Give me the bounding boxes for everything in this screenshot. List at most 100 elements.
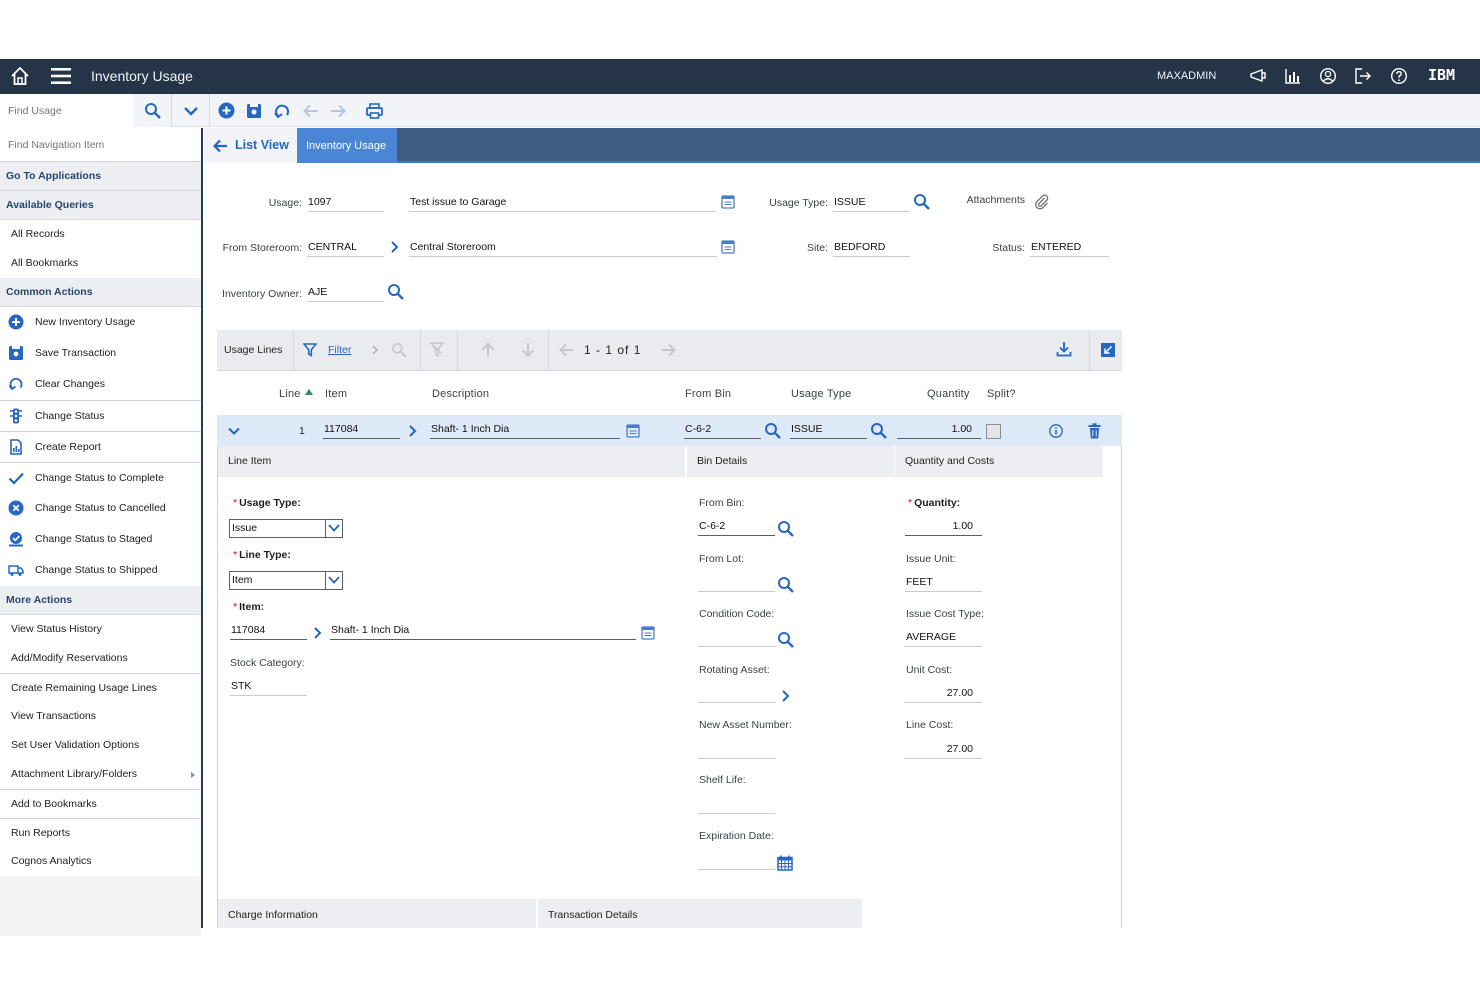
more-add-to-bookmarks[interactable]: Add to Bookmarks (0, 789, 201, 818)
more-create-remaining-usage-lines[interactable]: Create Remaining Usage Lines (0, 673, 201, 702)
more-view-transactions[interactable]: View Transactions (0, 702, 201, 731)
column-header-split[interactable]: Split? (987, 388, 1016, 400)
section-quantity-costs-header[interactable]: Quantity and Costs (895, 446, 1103, 477)
available-queries-heading[interactable]: Available Queries (0, 191, 201, 220)
download-icon[interactable] (1056, 341, 1072, 357)
row-quantity-field[interactable]: 1.00 (897, 423, 981, 439)
column-header-description[interactable]: Description (432, 388, 489, 400)
long-description-icon[interactable] (641, 626, 655, 640)
action-change-status-staged[interactable]: Change Status to Staged (0, 524, 201, 555)
go-to-applications[interactable]: Go To Applications (0, 162, 201, 191)
from-bin-field[interactable]: C-6-2 (698, 520, 775, 536)
action-change-status-complete[interactable]: Change Status to Complete (0, 462, 201, 493)
from-storeroom-field[interactable]: CENTRAL (307, 241, 384, 257)
long-description-icon[interactable] (721, 195, 735, 209)
issue-cost-type-field[interactable]: AVERAGE (905, 631, 982, 647)
dropdown-arrow-icon[interactable] (325, 572, 342, 589)
rotating-asset-field[interactable] (698, 687, 775, 703)
calendar-icon[interactable] (777, 855, 793, 871)
chevron-right-icon[interactable] (390, 241, 400, 253)
from-lot-field[interactable] (698, 576, 775, 592)
inventory-owner-field[interactable]: AJE (307, 286, 384, 302)
row-description-field[interactable]: Shaft- 1 Inch Dia (430, 423, 620, 439)
status-field[interactable]: ENTERED (1030, 241, 1109, 257)
row-item-field[interactable]: 117084 (323, 423, 400, 439)
line-cost-field[interactable]: 27.00 (905, 743, 982, 759)
sign-out-icon[interactable] (1354, 67, 1372, 85)
dropdown-arrow-icon[interactable] (325, 520, 342, 537)
storeroom-description-field[interactable]: Central Storeroom (409, 241, 717, 257)
help-icon[interactable] (1390, 67, 1408, 85)
print-button[interactable] (364, 94, 384, 127)
search-icon[interactable] (913, 193, 931, 211)
tab-list-view[interactable]: List View (204, 128, 297, 163)
action-save-transaction[interactable]: Save Transaction (0, 338, 201, 369)
unit-cost-field[interactable]: 27.00 (905, 687, 982, 703)
section-line-item-header[interactable]: Line Item (218, 446, 685, 477)
column-header-quantity[interactable]: Quantity (927, 388, 970, 400)
arrow-up-icon[interactable] (481, 342, 495, 358)
trash-icon[interactable] (1088, 423, 1101, 439)
info-icon[interactable] (1049, 424, 1063, 438)
more-set-user-validation-options[interactable]: Set User Validation Options (0, 731, 201, 760)
issue-unit-field[interactable]: FEET (905, 576, 982, 592)
more-attachment-library-folders[interactable]: Attachment Library/Folders (0, 760, 201, 789)
action-new-inventory-usage[interactable]: New Inventory Usage (0, 307, 201, 338)
action-clear-changes[interactable]: Clear Changes (0, 369, 201, 400)
more-run-reports[interactable]: Run Reports (0, 818, 201, 847)
condition-code-field[interactable] (698, 631, 775, 647)
shelf-life-field[interactable] (698, 798, 775, 814)
table-row[interactable]: 1 117084 Shaft- 1 Inch Dia C-6-2 ISSUE 1… (217, 415, 1122, 446)
more-actions-heading[interactable]: More Actions (0, 586, 201, 615)
more-cognos-analytics[interactable]: Cognos Analytics (0, 847, 201, 876)
line-type-select[interactable]: Item (229, 571, 343, 590)
search-icon[interactable] (391, 342, 407, 358)
previous-record-button[interactable] (300, 94, 320, 127)
search-icon[interactable] (387, 283, 405, 301)
chevron-right-icon[interactable] (313, 627, 323, 639)
query-all-records[interactable]: All Records (0, 220, 201, 249)
line-item-field[interactable]: 117084 (230, 624, 307, 640)
section-charge-information-header[interactable]: Charge Information (218, 899, 536, 928)
new-record-button[interactable] (216, 94, 236, 127)
attachment-icon[interactable] (1034, 194, 1050, 210)
profile-icon[interactable] (1319, 67, 1337, 85)
search-icon[interactable] (764, 422, 782, 440)
line-usage-type-select[interactable]: Issue (229, 519, 343, 538)
usage-type-field[interactable]: ISSUE (833, 196, 910, 212)
common-actions-heading[interactable]: Common Actions (0, 278, 201, 307)
chevron-right-icon[interactable] (781, 690, 791, 702)
column-header-item[interactable]: Item (325, 388, 347, 400)
filter-icon[interactable] (303, 343, 317, 357)
expiration-date-field[interactable] (698, 854, 775, 870)
arrow-right-icon[interactable] (661, 343, 677, 357)
line-item-description-field[interactable]: Shaft- 1 Inch Dia (330, 624, 636, 640)
usage-field[interactable]: 1097 (307, 196, 384, 212)
new-asset-number-field[interactable] (698, 743, 775, 759)
action-change-status-shipped[interactable]: Change Status to Shipped (0, 555, 201, 586)
find-usage-search-button[interactable] (134, 94, 172, 127)
action-change-status[interactable]: Change Status (0, 400, 201, 431)
section-transaction-details-header[interactable]: Transaction Details (538, 899, 862, 928)
tab-inventory-usage[interactable]: Inventory Usage (297, 128, 397, 163)
clear-filter-icon[interactable] (430, 342, 444, 358)
chevron-down-icon[interactable] (228, 427, 240, 435)
section-bin-details-header[interactable]: Bin Details (687, 446, 894, 477)
find-usage-options-button[interactable] (172, 94, 210, 127)
hamburger-menu-icon[interactable] (50, 66, 72, 86)
more-view-status-history[interactable]: View Status History (0, 615, 201, 644)
column-header-usage-type[interactable]: Usage Type (791, 388, 852, 400)
search-icon[interactable] (777, 576, 795, 594)
search-icon[interactable] (870, 422, 888, 440)
chevron-right-icon[interactable] (408, 425, 418, 437)
home-icon[interactable] (9, 65, 31, 87)
row-usage-type-field[interactable]: ISSUE (790, 423, 867, 439)
usage-description-field[interactable]: Test issue to Garage (409, 196, 717, 212)
arrow-down-icon[interactable] (521, 342, 535, 358)
save-button[interactable] (244, 94, 264, 127)
stock-category-field[interactable]: STK (230, 680, 307, 696)
action-change-status-cancelled[interactable]: Change Status to Cancelled (0, 493, 201, 524)
quantity-field[interactable]: 1.00 (905, 520, 982, 536)
column-header-line[interactable]: Line (279, 388, 313, 400)
long-description-icon[interactable] (721, 240, 735, 254)
